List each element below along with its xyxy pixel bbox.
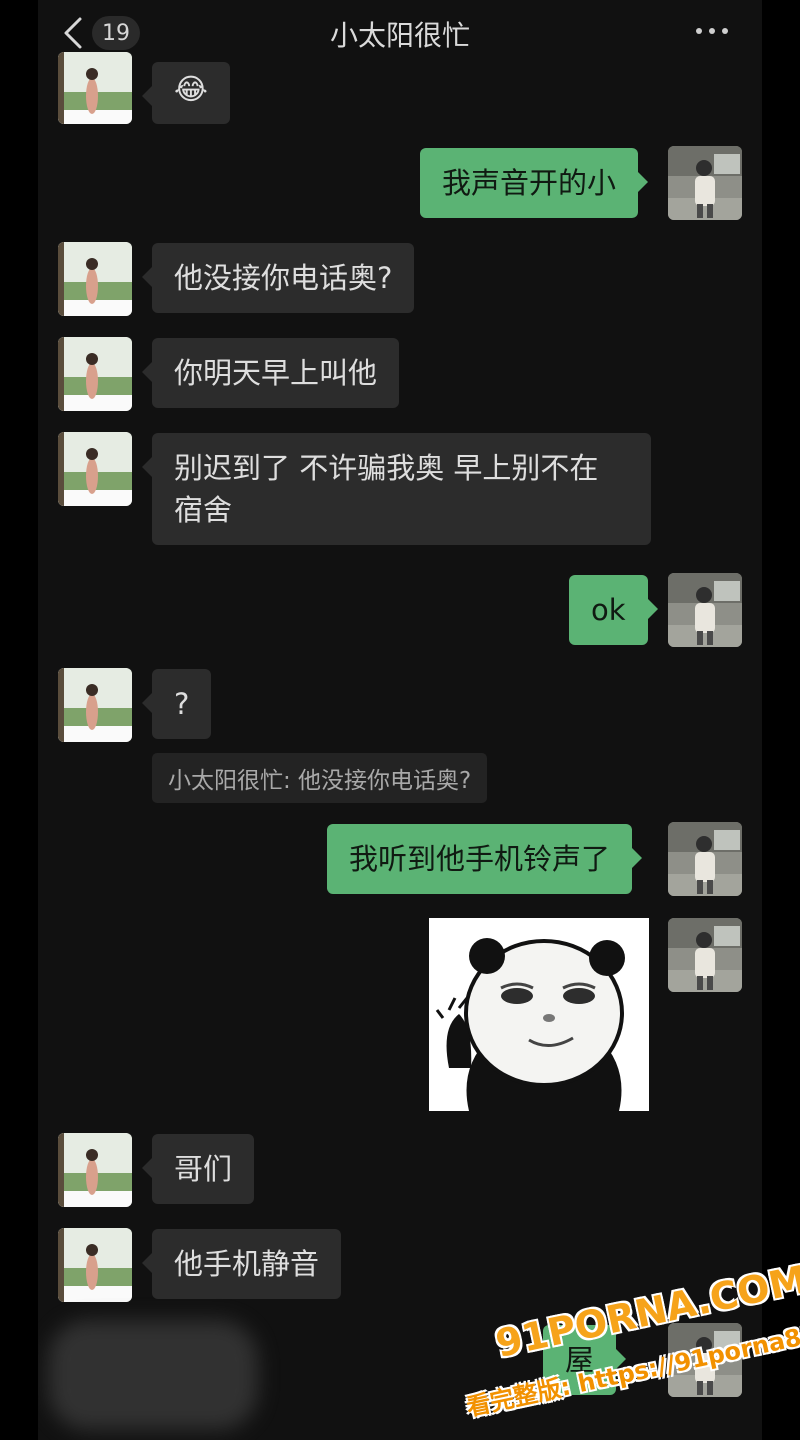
contact-avatar-icon: [58, 242, 132, 316]
contact-avatar[interactable]: [58, 52, 132, 124]
contact-avatar[interactable]: [58, 668, 132, 742]
message-bubble-outgoing[interactable]: 我声音开的小: [420, 148, 649, 218]
left-margin: [0, 0, 38, 1440]
contact-avatar-icon: [58, 432, 132, 506]
contact-avatar[interactable]: [58, 432, 132, 506]
message-bubble-incoming[interactable]: 他没接你电话奥?: [141, 243, 415, 313]
self-avatar-icon: [668, 918, 742, 992]
message-bubble-incoming[interactable]: 他手机静音: [141, 1229, 342, 1299]
quoted-reply[interactable]: 小太阳很忙: 他没接你电话奥?: [152, 753, 488, 803]
contact-avatar-icon: [58, 1228, 132, 1302]
contact-avatar[interactable]: [58, 337, 132, 411]
message-bubble-incoming[interactable]: 别迟到了 不许骗我奥 早上别不在 宿舍: [142, 433, 651, 545]
self-avatar-icon: [668, 146, 742, 220]
self-avatar-icon: [668, 822, 742, 896]
contact-avatar-icon: [58, 337, 132, 411]
panda-sticker[interactable]: [429, 918, 649, 1111]
more-options-button[interactable]: [696, 28, 728, 34]
message-bubble-incoming[interactable]: ?: [141, 669, 212, 739]
message-bubble-outgoing[interactable]: ok: [569, 575, 658, 645]
message-bubble-incoming[interactable]: 😂: [142, 62, 230, 124]
dot-icon: [722, 28, 728, 34]
self-avatar[interactable]: [668, 146, 742, 220]
chat-title: 小太阳很忙: [329, 19, 470, 52]
message-bubble-outgoing[interactable]: 我听到他手机铃声了: [327, 824, 643, 894]
contact-avatar[interactable]: [58, 242, 132, 316]
chat-header: 19 小太阳很忙: [38, 0, 762, 68]
right-margin: [762, 0, 800, 1440]
self-avatar[interactable]: [668, 573, 742, 647]
self-avatar[interactable]: [668, 918, 742, 992]
contact-avatar[interactable]: [58, 1228, 132, 1302]
message-bubble-incoming[interactable]: 哥们: [141, 1134, 255, 1204]
contact-avatar-icon: [58, 668, 132, 742]
panda-face-icon: [429, 918, 649, 1111]
blurred-redaction: [48, 1320, 258, 1430]
message-bubble-incoming[interactable]: 你明天早上叫他: [141, 338, 400, 408]
self-avatar-icon: [668, 573, 742, 647]
chat-screen: 19 小太阳很忙 😂 我声音开的小 他没接你电话奥? 你明天早上叫他 别迟到了 …: [38, 0, 762, 1440]
self-avatar[interactable]: [668, 822, 742, 896]
contact-avatar[interactable]: [58, 1133, 132, 1207]
dot-icon: [709, 28, 715, 34]
contact-avatar-icon: [58, 1133, 132, 1207]
dot-icon: [696, 28, 702, 34]
contact-avatar-icon: [58, 52, 132, 124]
